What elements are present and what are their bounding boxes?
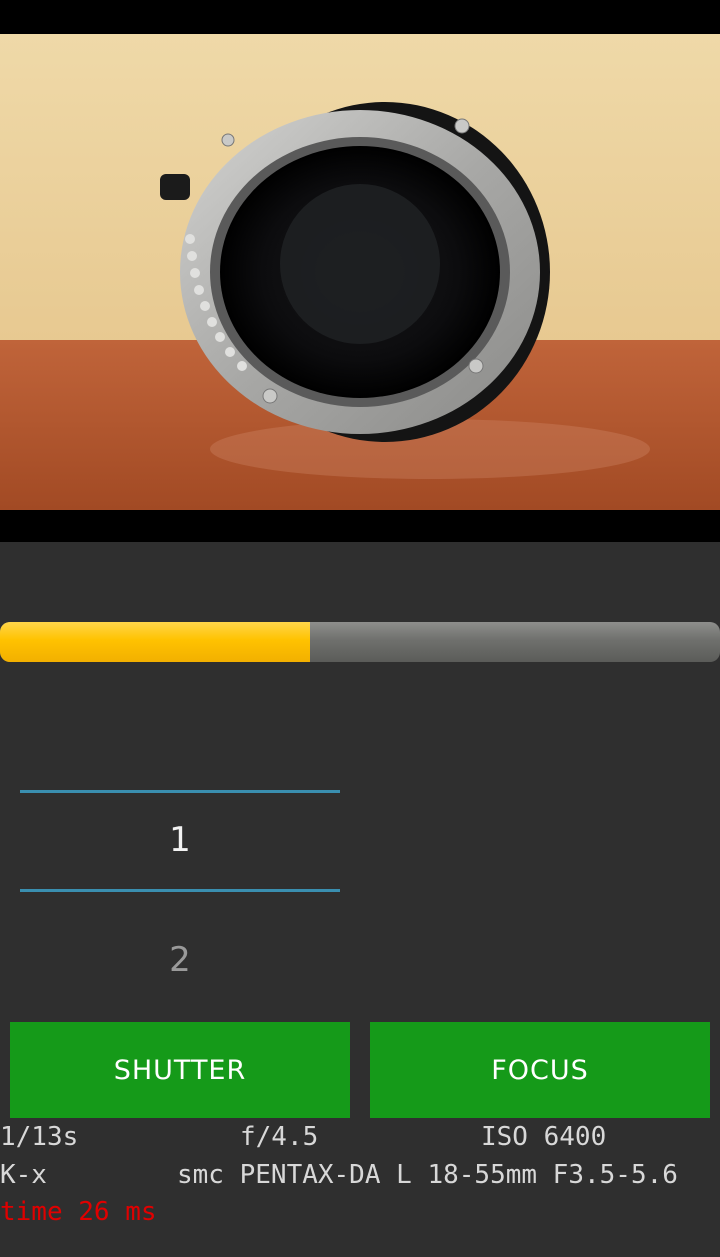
focus-button[interactable]: FOCUS [370, 1022, 710, 1118]
picker-current-value[interactable]: 1 [20, 820, 340, 860]
shutter-button[interactable]: SHUTTER [10, 1022, 350, 1118]
progress-fill [0, 622, 310, 662]
preview-image [0, 34, 720, 510]
picker-next-value[interactable]: 2 [20, 940, 340, 980]
lens-name: smc PENTAX-DA L 18-55mm F3.5-5.6 [177, 1160, 678, 1190]
camera-preview [0, 0, 720, 542]
exposure-info-row: 1/13s f/4.5 ISO 6400 [0, 1122, 720, 1160]
picker-divider-bottom [20, 889, 340, 892]
aperture: f/4.5 [240, 1122, 319, 1152]
camera-model: K-x [0, 1160, 47, 1190]
picker-divider-top [20, 790, 340, 793]
timing-text: time 26 ms [0, 1197, 157, 1227]
camera-info-row: K-x smc PENTAX-DA L 18-55mm F3.5-5.6 [0, 1160, 720, 1198]
timing-status: time 26 ms [0, 1197, 720, 1235]
progress-bar [0, 622, 720, 662]
number-picker[interactable]: 1 2 [20, 790, 340, 990]
shutter-speed: 1/13s [0, 1122, 79, 1152]
iso-value: ISO 6400 [481, 1122, 607, 1152]
